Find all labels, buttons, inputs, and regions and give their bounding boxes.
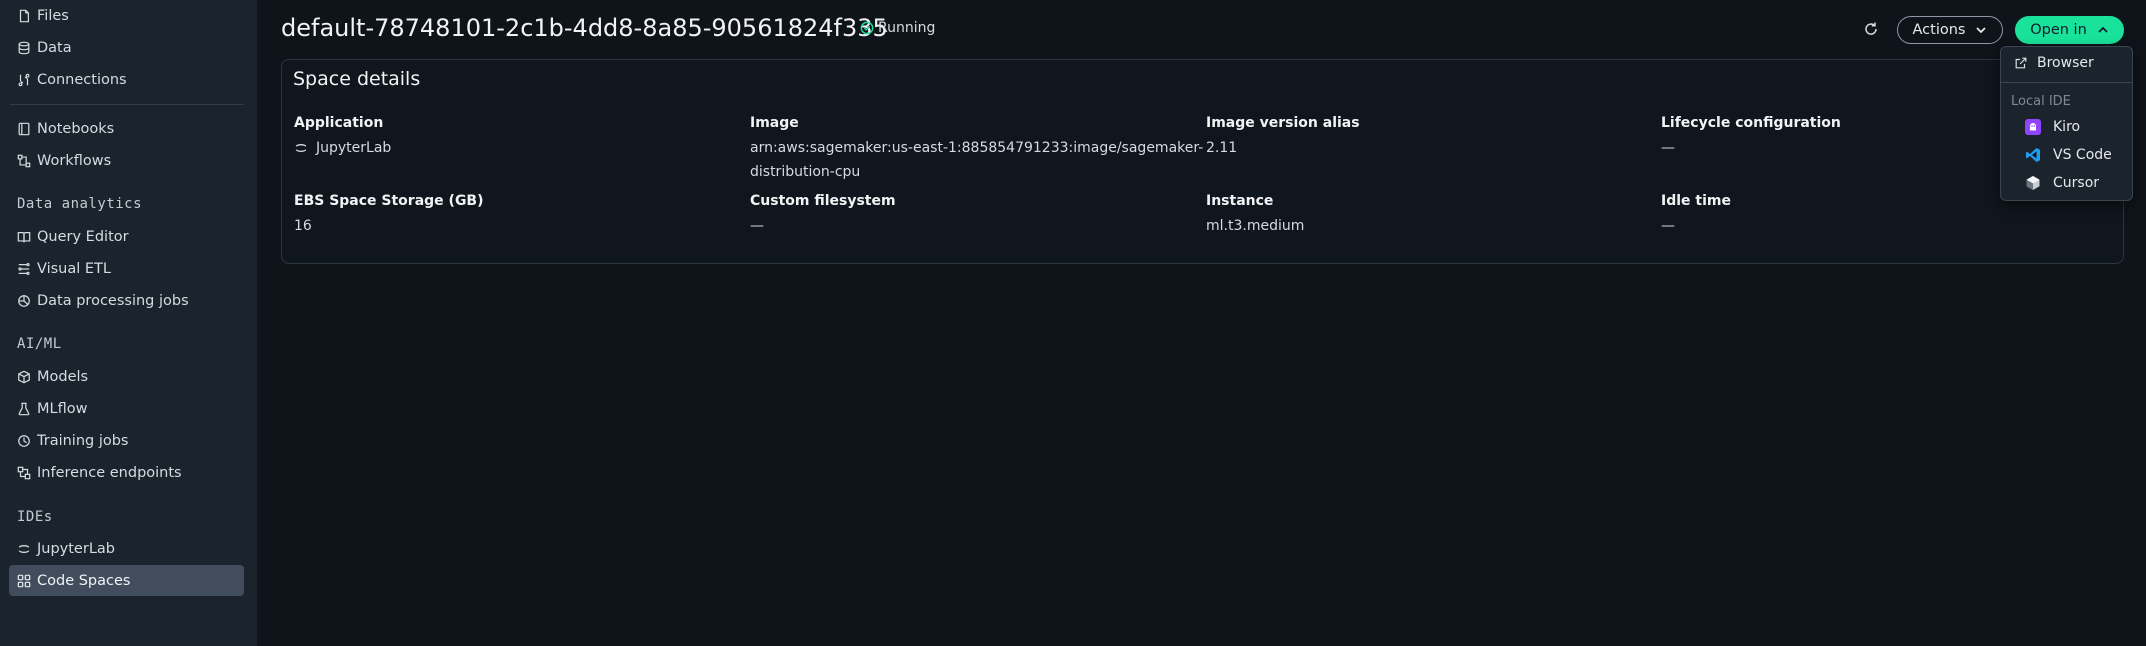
image-value-line2: distribution-cpu xyxy=(750,164,861,180)
sidebar-item-code-spaces[interactable]: Code Spaces xyxy=(17,569,130,593)
etl-icon xyxy=(17,262,31,276)
sidebar-item-label: Data xyxy=(37,40,72,56)
flask-icon xyxy=(17,402,31,416)
jupyter-icon xyxy=(17,542,31,556)
sidebar-item-visual-etl[interactable]: Visual ETL xyxy=(17,257,111,281)
actions-button-label: Actions xyxy=(1912,22,1966,38)
sidebar-item-mlflow[interactable]: MLflow xyxy=(17,397,87,421)
section-title-aiml: AI/ML xyxy=(17,336,62,352)
refresh-icon xyxy=(1865,22,1877,35)
file-icon xyxy=(17,9,31,23)
training-icon xyxy=(17,434,31,448)
sidebar-item-label: Inference endpoints xyxy=(37,465,182,481)
chevron-down-icon xyxy=(1976,27,1987,34)
jupyter-icon xyxy=(295,144,307,152)
menu-divider xyxy=(2001,82,2132,83)
instance-label: Instance xyxy=(1206,193,1274,209)
image-label: Image xyxy=(750,115,799,131)
book-icon xyxy=(17,230,31,244)
sidebar-item-connections[interactable]: Connections xyxy=(17,68,127,92)
menu-item-label: Cursor xyxy=(2053,175,2100,191)
image-version-alias-value: 2.11 xyxy=(1206,140,1238,156)
processing-icon xyxy=(17,294,31,308)
open-in-button-label: Open in xyxy=(2030,22,2087,38)
sidebar-item-label: Files xyxy=(37,8,69,24)
grid-icon xyxy=(17,574,31,588)
external-link-icon xyxy=(2013,55,2029,71)
vscode-icon xyxy=(2025,147,2041,163)
section-title-data-analytics: Data analytics xyxy=(17,196,143,212)
open-in-button[interactable]: Open in xyxy=(2015,16,2124,44)
notebook-icon xyxy=(17,122,31,136)
idle-time-label: Idle time xyxy=(1661,193,1731,209)
open-in-menu: Browser Local IDE Kiro VS Code Cursor xyxy=(2000,46,2133,201)
sidebar-divider xyxy=(10,104,244,105)
sidebar-item-label: Visual ETL xyxy=(37,261,111,277)
sidebar: Files Data Connections Notebooks Workflo… xyxy=(0,0,257,646)
application-label: Application xyxy=(294,115,384,131)
sidebar-item-notebooks[interactable]: Notebooks xyxy=(17,117,114,141)
kiro-icon xyxy=(2025,119,2041,135)
menu-item-browser[interactable]: Browser xyxy=(2013,55,2094,71)
menu-group-title: Local IDE xyxy=(2011,94,2071,109)
menu-item-label: Browser xyxy=(2037,55,2094,71)
chevron-up-icon xyxy=(2098,26,2108,33)
sidebar-item-label: Training jobs xyxy=(37,433,129,449)
menu-item-vscode[interactable]: VS Code xyxy=(2025,147,2112,163)
sidebar-item-query-editor[interactable]: Query Editor xyxy=(17,225,129,249)
sidebar-item-workflows[interactable]: Workflows xyxy=(17,149,111,173)
application-value: JupyterLab xyxy=(294,136,391,160)
menu-item-label: VS Code xyxy=(2053,147,2112,163)
refresh-button[interactable] xyxy=(1861,19,1881,39)
custom-filesystem-label: Custom filesystem xyxy=(750,193,896,209)
workflow-icon xyxy=(17,154,31,168)
section-title-ides: IDEs xyxy=(17,509,53,525)
status-text: Running xyxy=(878,20,936,36)
connection-icon xyxy=(17,73,31,87)
sidebar-item-files[interactable]: Files xyxy=(17,4,69,28)
endpoint-icon xyxy=(17,466,31,480)
idle-time-value: — xyxy=(1661,218,1675,234)
instance-value: ml.t3.medium xyxy=(1206,218,1305,234)
custom-filesystem-value: — xyxy=(750,218,764,234)
image-version-alias-label: Image version alias xyxy=(1206,115,1360,131)
sidebar-item-models[interactable]: Models xyxy=(17,365,88,389)
sidebar-item-data[interactable]: Data xyxy=(17,36,72,60)
panel-title: Space details xyxy=(293,68,421,90)
database-icon xyxy=(17,41,31,55)
cursor-icon xyxy=(2025,175,2041,191)
status-badge: Running xyxy=(860,20,935,36)
sidebar-item-label: Code Spaces xyxy=(37,573,131,589)
sidebar-item-label: Notebooks xyxy=(37,121,115,137)
ebs-storage-value: 16 xyxy=(294,218,312,234)
sidebar-item-label: Connections xyxy=(37,72,127,88)
menu-item-kiro[interactable]: Kiro xyxy=(2025,119,2080,135)
actions-button[interactable]: Actions xyxy=(1897,16,2003,44)
sidebar-item-data-processing-jobs[interactable]: Data processing jobs xyxy=(17,289,189,313)
sidebar-item-label: Data processing jobs xyxy=(37,293,189,309)
image-value-line1: arn:aws:sagemaker:us-east-1:885854791233… xyxy=(750,140,1204,156)
cube-icon xyxy=(17,370,31,384)
lifecycle-configuration-label: Lifecycle configuration xyxy=(1661,115,1841,131)
menu-item-cursor[interactable]: Cursor xyxy=(2025,175,2099,191)
sidebar-item-label: JupyterLab xyxy=(37,541,115,557)
application-value-text: JupyterLab xyxy=(316,140,392,156)
sidebar-item-label: Query Editor xyxy=(37,229,129,245)
lifecycle-configuration-value: — xyxy=(1661,140,1675,156)
page-title: default-78748101-2c1b-4dd8-8a85-90561824… xyxy=(281,14,888,42)
check-circle-icon xyxy=(860,21,874,35)
space-details-panel xyxy=(281,59,2124,264)
sidebar-item-inference-endpoints[interactable]: Inference endpoints xyxy=(17,461,182,485)
sidebar-item-jupyterlab[interactable]: JupyterLab xyxy=(17,537,115,561)
sidebar-item-label: Models xyxy=(37,369,89,385)
sidebar-item-label: Workflows xyxy=(37,153,112,169)
menu-item-label: Kiro xyxy=(2053,119,2081,135)
ebs-storage-label: EBS Space Storage (GB) xyxy=(294,193,484,209)
sidebar-item-label: MLflow xyxy=(37,401,88,417)
sidebar-item-training-jobs[interactable]: Training jobs xyxy=(17,429,128,453)
